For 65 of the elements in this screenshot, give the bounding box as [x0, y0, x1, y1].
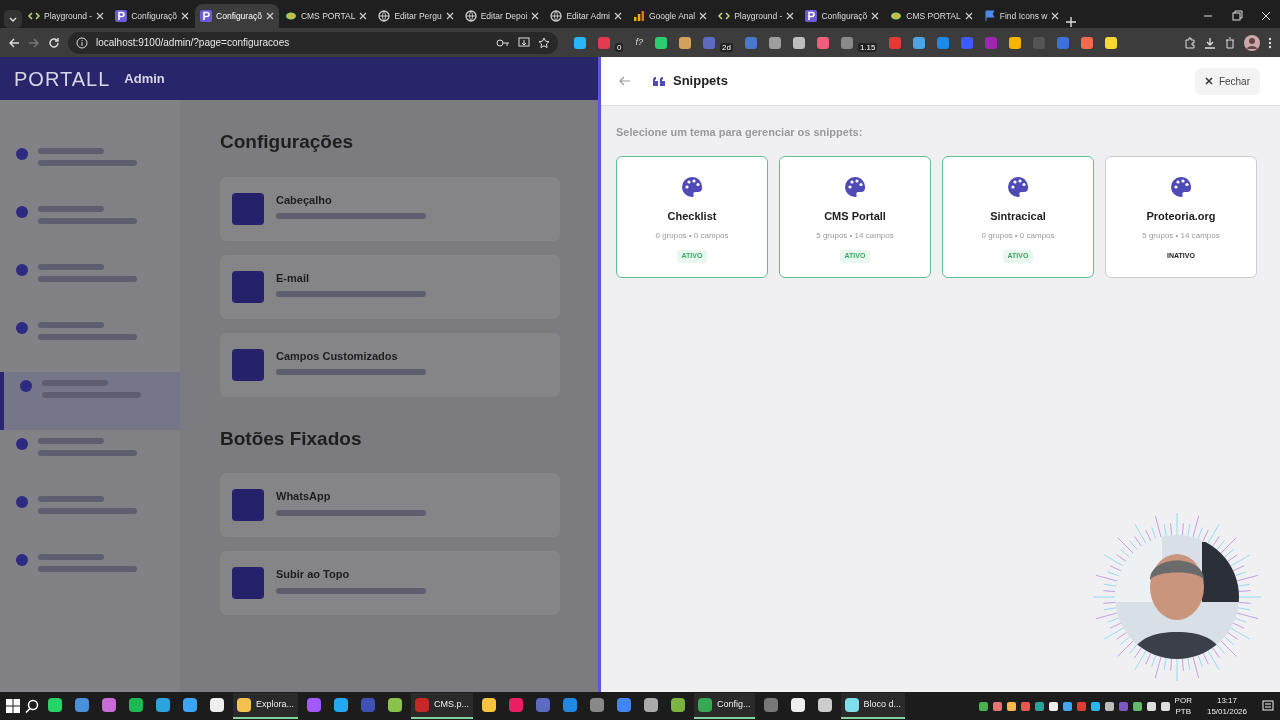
browser-tab[interactable]: Configuraçõ: [800, 4, 885, 28]
panel-title: Snippets: [673, 72, 728, 91]
tab-title: Editar Depoi: [480, 9, 528, 23]
browser-tab[interactable]: Playground -: [713, 4, 800, 28]
close-button[interactable]: Fechar: [1194, 67, 1260, 95]
language-indicator[interactable]: POR PTB: [1174, 695, 1192, 717]
section-heading: Configurações: [220, 130, 355, 154]
browser-tab[interactable]: Configuraçõ: [195, 4, 279, 28]
card-title: Subir ao Topo: [276, 567, 351, 583]
browser-tab[interactable]: Configuraçõ: [110, 4, 195, 28]
settings-card[interactable]: Campos Customizados: [220, 332, 560, 397]
tab-title: CMS PORTAL: [906, 9, 961, 23]
card-title: Cabeçalho: [276, 192, 333, 208]
settings-card[interactable]: E-mail: [220, 254, 560, 319]
keyboard-layout: PTB: [1174, 706, 1192, 717]
extension-badge: 2d: [719, 43, 733, 52]
tab-title: Playground -: [734, 9, 783, 23]
settings-card[interactable]: WhatsApp: [220, 473, 560, 537]
taskbar-app[interactable]: Config...: [694, 693, 755, 719]
tab-title: Editar Pergu: [394, 9, 442, 23]
card-title: Campos Customizados: [276, 348, 399, 364]
tab-title: Google Anal: [648, 9, 696, 23]
taskbar-app[interactable]: Bloco d...: [840, 693, 906, 719]
browser-tab[interactable]: Editar Depoi: [459, 4, 545, 28]
card-title: E-mail: [276, 270, 310, 286]
theme-name: Checklist: [667, 208, 717, 224]
brand-logo: PORTALL: [14, 66, 111, 92]
tab-title: Configuraçõ: [216, 9, 262, 23]
browser-tab[interactable]: Editar Pergu: [373, 4, 459, 28]
tab-title: Playground -: [44, 9, 93, 23]
section-heading: Botões Fixados: [220, 426, 363, 451]
tab-title: Configuraçõ: [131, 9, 178, 23]
settings-card[interactable]: Cabeçalho: [220, 176, 560, 241]
theme-stats: 0 grupos • 0 campos: [981, 230, 1055, 242]
browser-tab[interactable]: Google Anal: [627, 4, 713, 28]
taskbar-app[interactable]: Explora...: [233, 693, 299, 719]
browser-tab[interactable]: Find Icons w: [978, 4, 1065, 28]
clock-time: 13:17: [1215, 695, 1238, 706]
browser-tab[interactable]: CMS PORTAL: [885, 4, 978, 28]
card-title: WhatsApp: [276, 489, 332, 505]
theme-stats: 5 grupos • 14 campos: [816, 230, 894, 242]
clock[interactable]: 13:17 15/01/2026: [1206, 695, 1247, 717]
instruction-text: Selecione um tema para gerenciar os snippets:: [616, 125, 864, 140]
browser-tab[interactable]: CMS PORTAL: [279, 4, 373, 28]
address-bar[interactable]: localhost:9100/admin/?page=configuracoes: [68, 31, 558, 54]
clock-date: 15/01/2026: [1206, 706, 1247, 717]
tab-title: Find Icons w: [999, 9, 1048, 23]
extension-badge: 0: [615, 43, 624, 52]
header-subtitle: Admin: [124, 69, 165, 88]
theme-name: Sintracical: [990, 208, 1046, 224]
theme-stats: 5 grupos • 14 campos: [1142, 230, 1220, 242]
language-code: POR: [1174, 695, 1192, 706]
taskbar-app[interactable]: CMS.p...: [411, 693, 474, 719]
url-text: localhost:9100/admin/?page=configuracoes: [96, 36, 291, 50]
theme-name: CMS Portall: [824, 208, 886, 224]
browser-tab[interactable]: Playground -: [23, 4, 110, 28]
browser-tab[interactable]: Editar Admi: [545, 4, 627, 28]
tab-title: Editar Admi: [566, 9, 610, 23]
extension-badge: 1.15: [857, 43, 878, 52]
tab-title: CMS PORTAL: [300, 9, 356, 23]
theme-stats: 0 grupos • 0 campos: [655, 230, 729, 242]
tab-title: Configuraçõ: [821, 9, 868, 23]
settings-card[interactable]: Subir ao Topo: [220, 551, 560, 615]
theme-name: Proteoria.org: [1146, 208, 1216, 224]
extension-icon[interactable]: f?: [635, 35, 643, 50]
